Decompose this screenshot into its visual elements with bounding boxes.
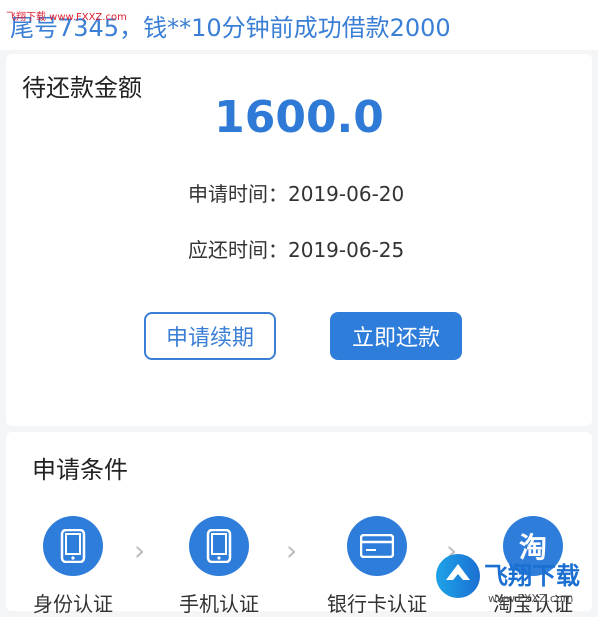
apply-time-value: 2019-06-20 xyxy=(288,182,405,206)
apply-time-label: 申请时间： xyxy=(188,182,288,206)
step-label: 银行卡认证 xyxy=(327,592,427,616)
bank-card-icon xyxy=(347,516,407,576)
step-phone[interactable]: 手机认证 xyxy=(164,516,274,617)
due-time-row: 应还时间：2019-06-25 xyxy=(188,234,404,263)
due-time-label: 应还时间： xyxy=(188,238,288,262)
svg-text:飞翔下载: 飞翔下载 xyxy=(484,562,580,590)
renew-button[interactable]: 申请续期 xyxy=(144,312,276,360)
repayment-card: 待还款金额 1600.0 申请时间：2019-06-20 应还时间：2019-0… xyxy=(6,54,592,426)
phone-icon xyxy=(189,516,249,576)
step-label: 身份认证 xyxy=(33,592,113,616)
phone-icon xyxy=(43,516,103,576)
site-logo: 飞翔下载 www.FXXZ.com xyxy=(430,550,590,608)
conditions-title: 申请条件 xyxy=(32,456,128,484)
chevron-right-icon: › xyxy=(134,534,146,567)
step-bank-card[interactable]: 银行卡认证 xyxy=(322,516,432,617)
pay-now-button[interactable]: 立即还款 xyxy=(330,312,462,360)
step-identity[interactable]: 身份认证 xyxy=(18,516,128,617)
due-time-value: 2019-06-25 xyxy=(288,238,405,262)
chevron-right-icon: › xyxy=(286,534,298,567)
apply-time-row: 申请时间：2019-06-20 xyxy=(188,178,404,207)
watermark-top: 飞翔下载 www.FXXZ.com xyxy=(6,12,127,23)
svg-text:www.FXXZ.com: www.FXXZ.com xyxy=(488,592,573,605)
step-label: 手机认证 xyxy=(179,592,259,616)
repay-amount: 1600.0 xyxy=(214,92,384,143)
